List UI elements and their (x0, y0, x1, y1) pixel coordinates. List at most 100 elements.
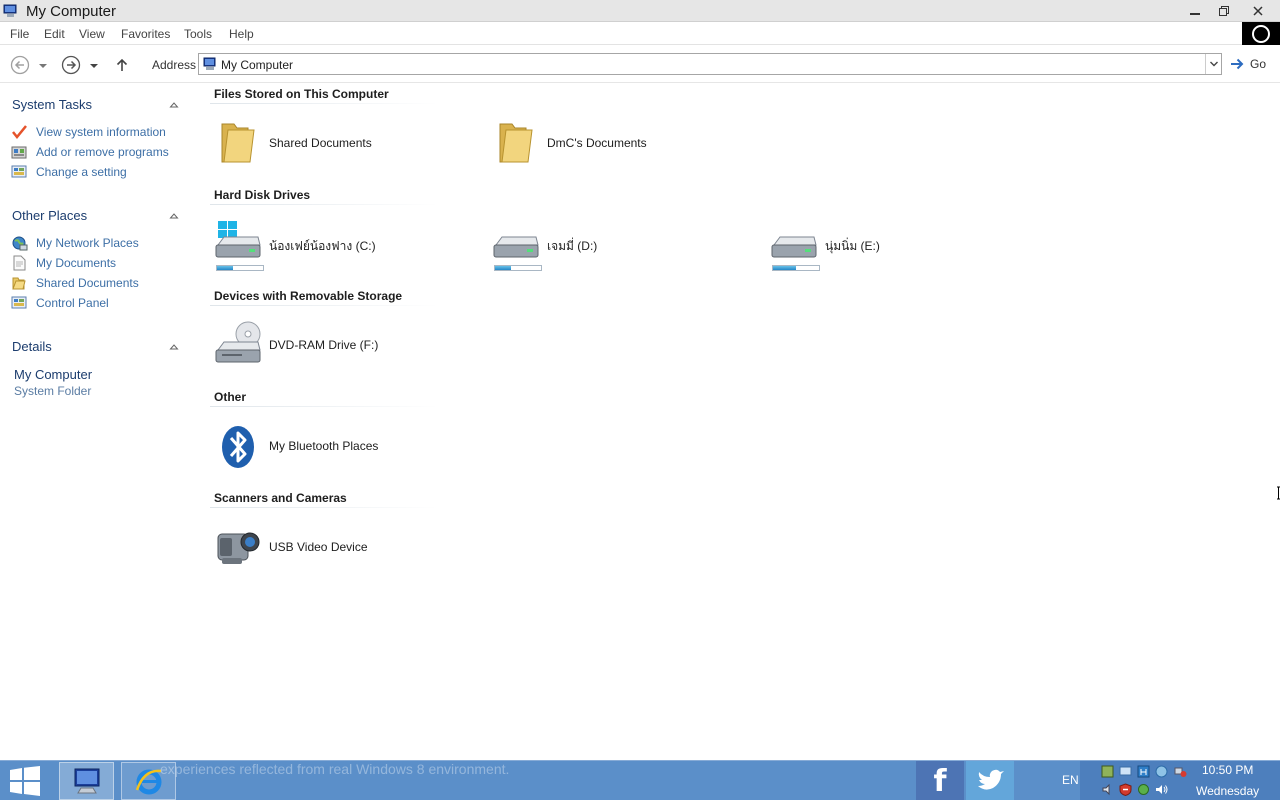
my-computer-icon (3, 4, 17, 17)
tray-speaker-muted-icon[interactable] (1101, 783, 1114, 796)
windows-brand-circle-icon (1252, 24, 1270, 43)
minimize-button[interactable] (1182, 1, 1208, 20)
task-add-or-remove-programs[interactable]: Add or remove programs (11, 144, 169, 160)
group-title-scanners: Scanners and Cameras (214, 491, 347, 505)
place-label: Control Panel (36, 296, 109, 310)
twitter-button[interactable] (966, 761, 1014, 800)
system-tasks-header[interactable]: System Tasks (12, 97, 92, 112)
forward-history-chevron-icon[interactable] (87, 55, 101, 75)
place-shared-documents[interactable]: Shared Documents (11, 275, 139, 291)
restore-button[interactable] (1211, 1, 1237, 20)
menu-file[interactable]: File (10, 27, 29, 41)
add-remove-programs-icon (11, 146, 27, 159)
place-label: Shared Documents (36, 276, 139, 290)
windows-logo-badge (1242, 22, 1280, 45)
group-title-hard-disks: Hard Disk Drives (214, 188, 311, 202)
document-icon (13, 255, 26, 271)
menu-favorites[interactable]: Favorites (121, 27, 170, 41)
taskbar: experiences reflected from real Windows … (0, 760, 1280, 800)
clock-time[interactable]: 10:50 PM (1202, 763, 1253, 777)
place-control-panel[interactable]: Control Panel (11, 295, 109, 311)
go-arrow-icon (1231, 58, 1244, 70)
clock-day[interactable]: Wednesday (1196, 784, 1259, 798)
item-shared-documents[interactable]: Shared Documents (198, 118, 458, 178)
address-value: My Computer (221, 58, 294, 72)
address-input[interactable]: My Computer (198, 53, 1222, 75)
task-label: Change a setting (36, 165, 127, 179)
window-title: My Computer (26, 3, 117, 20)
up-folder-button[interactable] (112, 55, 132, 75)
folder-icon (12, 277, 26, 290)
dvd-drive-icon (215, 321, 261, 363)
drive-usage-bar (772, 265, 820, 271)
drive-e[interactable]: นุ่มนิ่ม (E:) (754, 219, 1014, 279)
task-view-system-information[interactable]: View system information (11, 124, 166, 140)
item-usb-video-device[interactable]: USB Video Device (198, 522, 458, 582)
close-icon (1253, 5, 1263, 16)
menu-bar: File Edit View Favorites Tools Help (0, 22, 1280, 45)
tray-sync-icon[interactable] (1137, 783, 1150, 796)
tray-app-icon[interactable] (1137, 765, 1150, 778)
item-label: นุ่มนิ่ม (E:) (825, 239, 880, 253)
details-header[interactable]: Details (12, 339, 52, 354)
control-panel-icon (11, 296, 27, 309)
menu-edit[interactable]: Edit (44, 27, 65, 41)
tray-network-disconnected-icon[interactable] (1174, 765, 1187, 778)
collapse-up-icon[interactable] (168, 341, 180, 353)
close-button[interactable] (1245, 1, 1271, 20)
taskbar-my-computer-button[interactable] (59, 762, 114, 800)
menu-tools[interactable]: Tools (184, 27, 212, 41)
drive-c[interactable]: น้องเฟย์น้องฟาง (C:) (198, 219, 458, 279)
language-indicator[interactable]: EN (1062, 773, 1079, 787)
my-computer-icon (74, 768, 99, 794)
forward-button[interactable] (61, 55, 81, 75)
marquee-text: experiences reflected from real Windows … (160, 761, 510, 777)
minimize-icon (1190, 12, 1200, 15)
address-dropdown-button[interactable] (1205, 54, 1221, 74)
mouse-cursor-icon (1277, 486, 1280, 500)
facebook-icon: f (933, 763, 947, 799)
back-button[interactable] (10, 55, 30, 75)
collapse-up-icon[interactable] (168, 99, 180, 111)
control-panel-icon (11, 165, 27, 178)
my-computer-icon (203, 57, 216, 70)
place-my-network-places[interactable]: My Network Places (11, 235, 139, 251)
other-places-header[interactable]: Other Places (12, 208, 87, 223)
tray-app-icon[interactable] (1101, 765, 1114, 778)
facebook-button[interactable]: f (916, 761, 964, 800)
item-label: DmC's Documents (547, 136, 647, 150)
item-my-bluetooth-places[interactable]: My Bluetooth Places (198, 421, 458, 481)
group-divider (210, 204, 438, 205)
place-my-documents[interactable]: My Documents (11, 255, 116, 271)
back-history-chevron-icon[interactable] (36, 55, 50, 75)
group-title-files: Files Stored on This Computer (214, 87, 389, 101)
folder-view: Files Stored on This Computer Shared Doc… (198, 84, 1280, 760)
hard-drive-icon (493, 236, 539, 258)
place-label: My Network Places (36, 236, 139, 250)
title-bar: My Computer (0, 0, 1280, 22)
drive-usage-fill (773, 266, 796, 270)
drive-f-dvd-ram[interactable]: DVD-RAM Drive (F:) (198, 320, 458, 380)
checkmark-icon (12, 125, 27, 139)
menu-view[interactable]: View (79, 27, 105, 41)
collapse-up-icon[interactable] (168, 210, 180, 222)
go-button[interactable]: Go (1230, 56, 1266, 72)
start-button[interactable] (0, 761, 50, 800)
item-label: เจมมี่ (D:) (547, 239, 598, 253)
folder-icon (499, 123, 533, 163)
item-label: My Bluetooth Places (269, 439, 379, 453)
menu-help[interactable]: Help (229, 27, 254, 41)
group-divider (210, 103, 438, 104)
item-dmc-documents[interactable]: DmC's Documents (476, 118, 736, 178)
group-divider (210, 305, 438, 306)
bluetooth-icon (222, 426, 254, 468)
drive-d[interactable]: เจมมี่ (D:) (476, 219, 736, 279)
tray-volume-icon[interactable] (1155, 783, 1168, 796)
tray-security-shield-icon[interactable] (1119, 783, 1132, 796)
tray-network-icon[interactable] (1155, 765, 1168, 778)
task-pane: System Tasks View system information Add… (0, 84, 198, 760)
task-change-a-setting[interactable]: Change a setting (11, 164, 127, 180)
folder-icon (221, 123, 255, 163)
tray-display-icon[interactable] (1119, 765, 1132, 778)
group-divider (210, 406, 438, 407)
